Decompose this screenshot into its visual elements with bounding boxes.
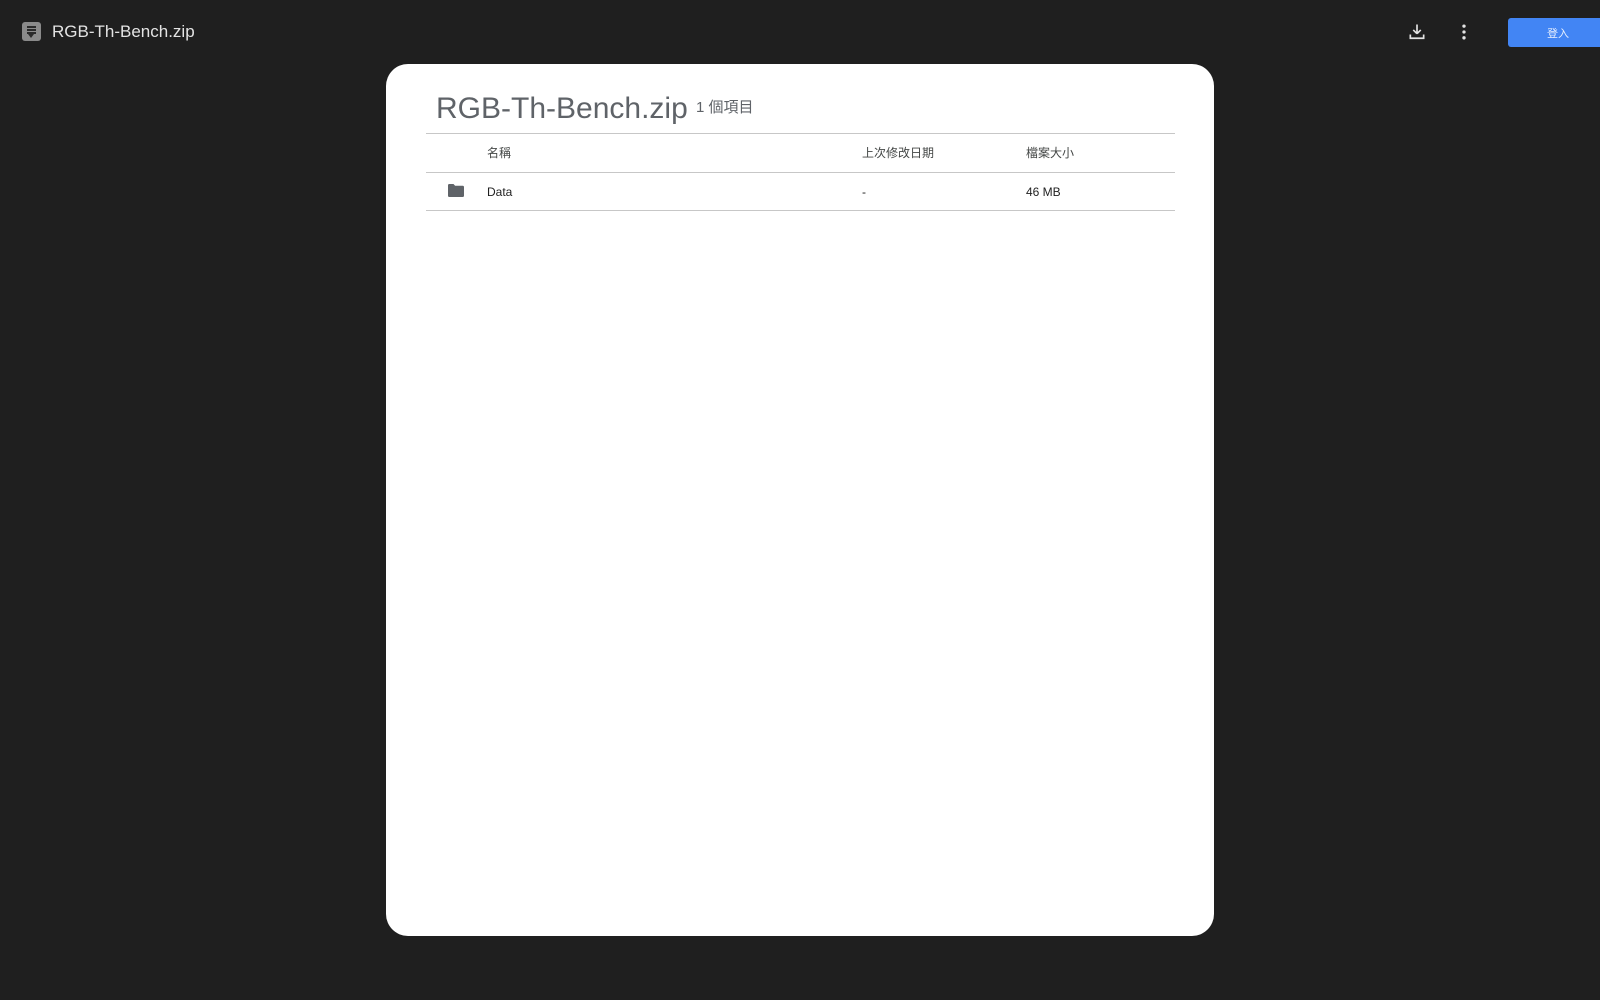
more-options-button[interactable] [1444,12,1484,52]
top-bar: RGB-Th-Bench.zip 登入 [0,0,1600,64]
app-title: RGB-Th-Bench.zip [52,22,195,41]
more-vert-icon [1462,24,1466,40]
file-name: Data [487,185,513,199]
archive-file-icon [22,22,41,41]
column-header-size[interactable]: 檔案大小 [1026,134,1074,172]
file-modified: - [862,185,866,199]
login-button[interactable]: 登入 [1508,18,1600,47]
folder-icon [448,184,464,197]
table-header: 名稱 上次修改日期 檔案大小 [426,133,1175,172]
download-icon [1409,24,1425,40]
column-header-modified[interactable]: 上次修改日期 [862,134,934,172]
archive-panel: RGB-Th-Bench.zip 1 個項目 名稱 上次修改日期 檔案大小 Da… [386,64,1214,936]
table-row[interactable]: Data - 46 MB [426,172,1175,211]
item-count: 1 個項目 [696,99,754,116]
file-size: 46 MB [1026,185,1061,199]
archive-title: RGB-Th-Bench.zip [436,92,688,125]
file-table: 名稱 上次修改日期 檔案大小 Data - 46 MB [426,133,1175,211]
column-header-name[interactable]: 名稱 [487,134,511,172]
download-button[interactable] [1397,12,1437,52]
